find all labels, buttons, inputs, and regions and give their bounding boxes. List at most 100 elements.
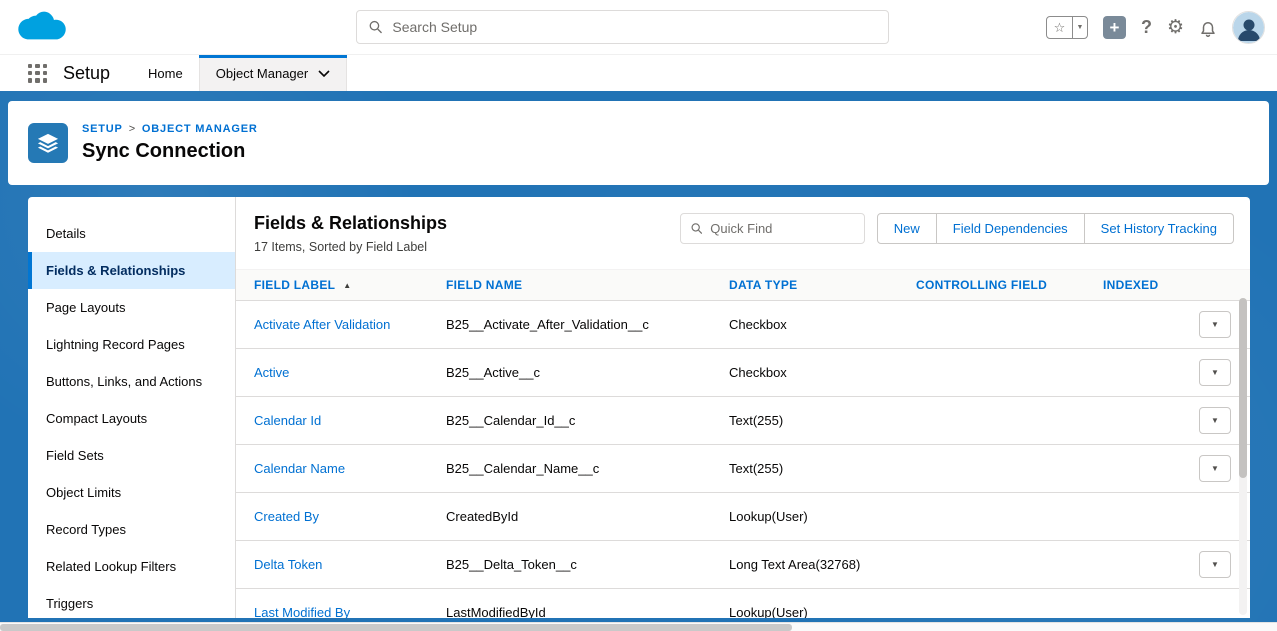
- page-header-card: SETUP > OBJECT MANAGER Sync Connection: [8, 101, 1269, 185]
- row-actions-menu-button[interactable]: ▼: [1199, 359, 1231, 386]
- data-type-cell: Lookup(User): [729, 605, 916, 618]
- action-button[interactable]: Field Dependencies: [936, 213, 1085, 244]
- field-label-cell: Active: [236, 365, 446, 380]
- page-title: Sync Connection: [82, 140, 258, 163]
- layers-icon: [37, 132, 59, 154]
- table-row: Last Modified By LastModifiedById Lookup…: [236, 589, 1250, 618]
- data-type-cell: Long Text Area(32768): [729, 557, 916, 572]
- column-header-field-label[interactable]: FIELD LABEL ▲: [236, 278, 446, 292]
- sidebar-item-label: Compact Layouts: [46, 411, 147, 426]
- row-actions-menu-button[interactable]: ▼: [1199, 311, 1231, 338]
- sidebar-item-label: Field Sets: [46, 448, 104, 463]
- sidebar-item[interactable]: Object Limits: [28, 474, 235, 511]
- app-launcher-icon[interactable]: [28, 64, 47, 83]
- sidebar-item[interactable]: Lightning Record Pages: [28, 326, 235, 363]
- sidebar-item[interactable]: Field Sets: [28, 437, 235, 474]
- sidebar-item-label: Related Lookup Filters: [46, 559, 176, 574]
- app-name-label: Setup: [63, 63, 110, 84]
- data-type-cell: Lookup(User): [729, 509, 916, 524]
- sidebar-item-label: Fields & Relationships: [46, 263, 185, 278]
- row-actions-menu-button[interactable]: ▼: [1199, 407, 1231, 434]
- nav-tab[interactable]: Home: [132, 55, 199, 91]
- row-actions-menu-button[interactable]: ▼: [1199, 551, 1231, 578]
- sidebar-item[interactable]: Details: [28, 215, 235, 252]
- quick-find-input[interactable]: [710, 221, 863, 236]
- nav-tab-label: Object Manager: [216, 66, 309, 81]
- action-button[interactable]: New: [877, 213, 937, 244]
- field-label-link[interactable]: Last Modified By: [254, 605, 350, 618]
- column-header-indexed[interactable]: INDEXED: [1103, 278, 1192, 292]
- field-label-cell: Activate After Validation: [236, 317, 446, 332]
- setup-nav-bar: Setup Home Object Manager: [0, 55, 1277, 91]
- column-header-data-type[interactable]: DATA TYPE: [729, 278, 916, 292]
- table-row: Calendar Id B25__Calendar_Id__c Text(255…: [236, 397, 1250, 445]
- column-header-field-name[interactable]: FIELD NAME: [446, 278, 729, 292]
- sidebar-item-label: Triggers: [46, 596, 93, 611]
- field-label-cell: Last Modified By: [236, 605, 446, 618]
- quick-find-box: [680, 213, 865, 244]
- field-name-cell: CreatedById: [446, 509, 729, 524]
- field-label-link[interactable]: Active: [254, 365, 289, 380]
- row-actions-menu-button[interactable]: ▼: [1199, 455, 1231, 482]
- breadcrumb-object-manager-link[interactable]: OBJECT MANAGER: [142, 123, 258, 135]
- horizontal-scrollbar[interactable]: [0, 622, 1277, 631]
- nav-tabs: Home Object Manager: [132, 55, 347, 91]
- panel-action-buttons: New Field Dependencies Set History Track…: [877, 213, 1234, 244]
- sidebar-item[interactable]: Compact Layouts: [28, 400, 235, 437]
- help-icon[interactable]: ?: [1141, 17, 1152, 38]
- field-label-link[interactable]: Calendar Id: [254, 413, 321, 428]
- search-setup-input[interactable]: [392, 19, 888, 35]
- quick-create-icon[interactable]: +: [1103, 16, 1126, 39]
- object-sidebar: Details Fields & Relationships Page Layo…: [28, 197, 236, 618]
- notifications-bell-icon[interactable]: [1199, 18, 1217, 38]
- global-header: ☆ ▼ + ? ⚙: [0, 0, 1277, 55]
- field-label-link[interactable]: Created By: [254, 509, 319, 524]
- action-button[interactable]: Set History Tracking: [1084, 213, 1234, 244]
- user-avatar[interactable]: [1232, 11, 1265, 44]
- sidebar-item[interactable]: Page Layouts: [28, 289, 235, 326]
- breadcrumb: SETUP > OBJECT MANAGER: [82, 123, 258, 135]
- object-manager-content: Details Fields & Relationships Page Layo…: [28, 197, 1250, 618]
- field-label-link[interactable]: Calendar Name: [254, 461, 345, 476]
- table-scrollbar[interactable]: [1239, 298, 1247, 615]
- sidebar-item[interactable]: Record Types: [28, 511, 235, 548]
- global-search: [356, 10, 889, 44]
- table-row: Delta Token B25__Delta_Token__c Long Tex…: [236, 541, 1250, 589]
- horizontal-scrollbar-thumb[interactable]: [0, 624, 792, 631]
- sidebar-item[interactable]: Fields & Relationships: [28, 252, 235, 289]
- table-row: Activate After Validation B25__Activate_…: [236, 301, 1250, 349]
- field-label-link[interactable]: Activate After Validation: [254, 317, 390, 332]
- breadcrumb-separator: >: [129, 123, 136, 135]
- field-label-link[interactable]: Delta Token: [254, 557, 322, 572]
- sidebar-item[interactable]: Triggers: [28, 585, 235, 618]
- field-name-cell: B25__Calendar_Id__c: [446, 413, 729, 428]
- breadcrumb-setup-link[interactable]: SETUP: [82, 123, 123, 135]
- sidebar-item-label: Object Limits: [46, 485, 121, 500]
- salesforce-logo: [14, 8, 68, 51]
- sidebar-item-label: Buttons, Links, and Actions: [46, 374, 202, 389]
- setup-gear-icon[interactable]: ⚙: [1167, 16, 1184, 39]
- favorites-dropdown-icon[interactable]: ▼: [1072, 17, 1087, 38]
- field-name-cell: B25__Calendar_Name__c: [446, 461, 729, 476]
- sidebar-item-label: Details: [46, 226, 86, 241]
- favorites-star-icon[interactable]: ☆: [1047, 17, 1072, 38]
- sidebar-item[interactable]: Buttons, Links, and Actions: [28, 363, 235, 400]
- data-type-cell: Checkbox: [729, 365, 916, 380]
- data-type-cell: Text(255): [729, 461, 916, 476]
- data-type-cell: Checkbox: [729, 317, 916, 332]
- sidebar-item-label: Record Types: [46, 522, 126, 537]
- field-name-cell: B25__Activate_After_Validation__c: [446, 317, 729, 332]
- data-type-cell: Text(255): [729, 413, 916, 428]
- search-icon: [369, 20, 382, 34]
- table-header-row: FIELD LABEL ▲ FIELD NAME DATA TYPE CONTR…: [236, 269, 1250, 301]
- nav-tab[interactable]: Object Manager: [199, 55, 348, 91]
- object-entity-icon: [28, 123, 68, 163]
- table-scrollbar-thumb[interactable]: [1239, 298, 1247, 478]
- sidebar-item[interactable]: Related Lookup Filters: [28, 548, 235, 585]
- field-label-cell: Calendar Id: [236, 413, 446, 428]
- table-row: Active B25__Active__c Checkbox ▼: [236, 349, 1250, 397]
- column-header-controlling-field[interactable]: CONTROLLING FIELD: [916, 278, 1103, 292]
- field-name-cell: LastModifiedById: [446, 605, 729, 618]
- field-name-cell: B25__Active__c: [446, 365, 729, 380]
- field-label-cell: Created By: [236, 509, 446, 524]
